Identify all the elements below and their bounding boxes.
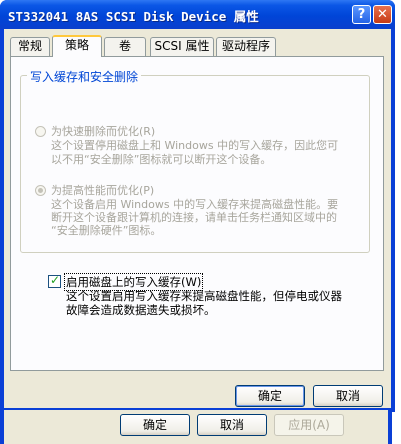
tab-policies[interactable]: 策略 [52,35,102,57]
tab-general[interactable]: 常规 [10,37,50,56]
group-title: 写入缓存和安全删除 [27,68,142,85]
background-window-body: 确定 取消 应用(A) [4,410,388,444]
performance-desc-3: “安全删除硬件”图标。 [51,224,162,237]
quick-removal-radio[interactable] [35,126,46,137]
ok-button[interactable]: 确定 [235,385,305,407]
background-window: 确定 取消 应用(A) [0,410,392,444]
help-button[interactable]: ? [352,5,371,24]
back-cancel-button[interactable]: 取消 [197,414,267,436]
close-button[interactable]: ✕ [373,5,392,24]
performance-radio[interactable] [35,185,46,196]
dialog-body: 常规 策略 卷 SCSI 属性 驱动程序 写入缓存和安全删除 为快速删除而优化(… [4,29,391,408]
window-title: ST332041 8AS SCSI Disk Device 属性 [8,9,259,24]
write-cache-desc-2: 故障会造成数据遗失或损坏。 [66,303,216,317]
cancel-button[interactable]: 取消 [313,385,383,407]
quick-removal-desc-2: 以不用“安全删除”图标就可以断开这个设备。 [51,153,272,166]
checkmark-icon: ✓ [50,273,61,287]
back-apply-button[interactable]: 应用(A) [274,414,344,436]
properties-window: ST332041 8AS SCSI Disk Device 属性 ? ✕ 常规 … [0,0,395,412]
tab-driver[interactable]: 驱动程序 [216,37,276,56]
write-cache-checkbox[interactable]: ✓ [48,273,61,288]
title-bar[interactable]: ST332041 8AS SCSI Disk Device 属性 ? ✕ [0,0,395,29]
back-ok-button[interactable]: 确定 [120,414,190,436]
tab-volumes[interactable]: 卷 [104,37,146,56]
radio-selected-dot [38,188,43,193]
tab-scsi-properties[interactable]: SCSI 属性 [150,37,214,56]
policies-panel: 写入缓存和安全删除 为快速删除而优化(R) 这个设置停用磁盘上和 Windows… [10,56,384,371]
